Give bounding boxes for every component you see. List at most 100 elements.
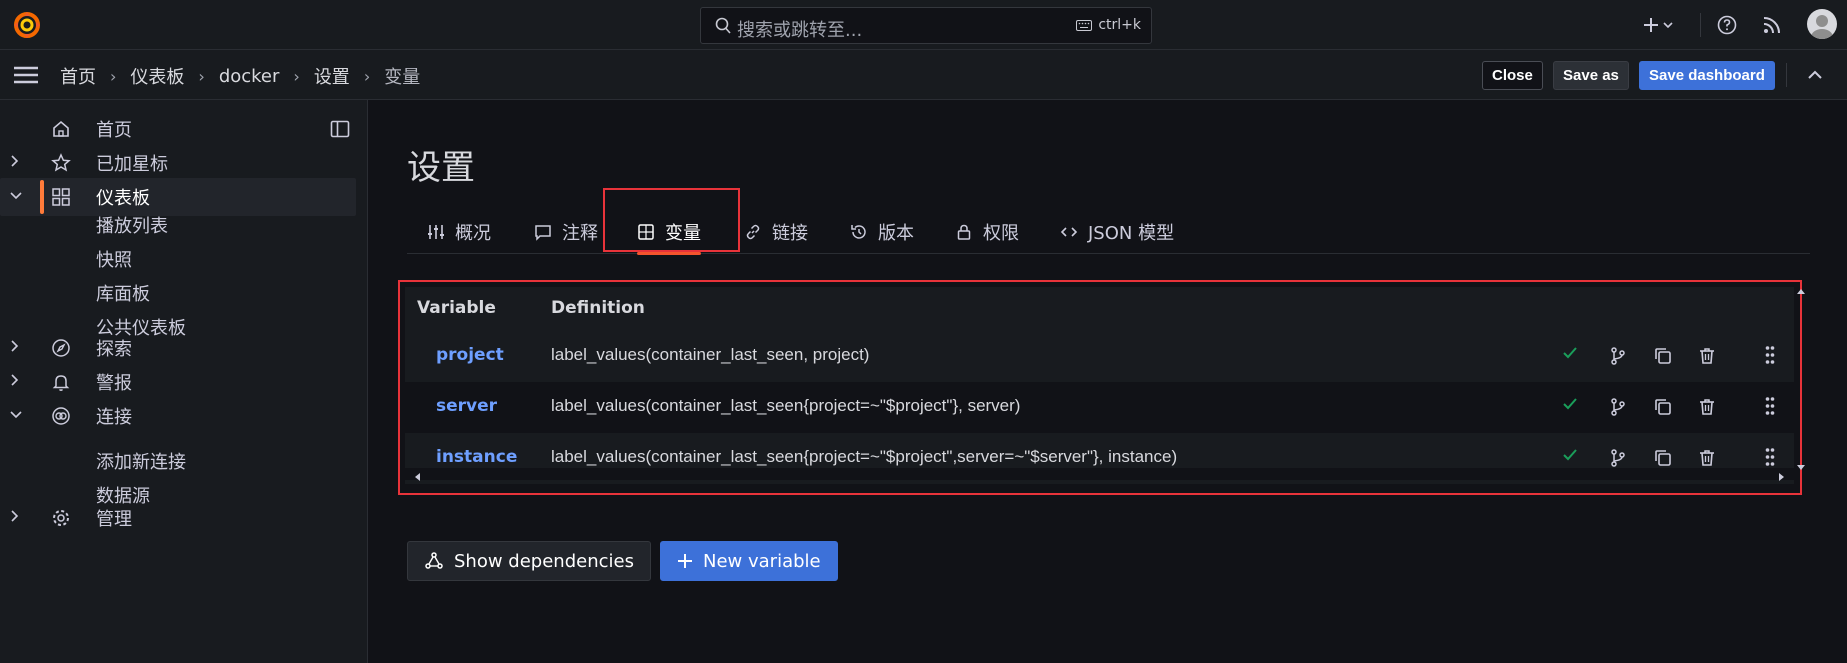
keyboard-icon xyxy=(1076,19,1093,31)
drag-handle-icon[interactable] xyxy=(1765,345,1775,365)
horizontal-scrollbar[interactable] xyxy=(405,468,1794,481)
vertical-scrollbar[interactable] xyxy=(1796,287,1806,472)
chevron-down-icon[interactable] xyxy=(10,189,24,205)
check-icon xyxy=(1563,398,1577,410)
add-menu-button[interactable] xyxy=(1642,10,1678,40)
save-as-button[interactable]: Save as xyxy=(1553,61,1629,90)
sidebar-subitem-library-panels[interactable]: 库面板 xyxy=(96,280,150,306)
save-dashboard-button[interactable]: Save dashboard xyxy=(1639,61,1775,90)
variables-table-body: Variable Definition project label_values… xyxy=(405,287,1794,484)
copy-icon[interactable] xyxy=(1653,346,1673,366)
trash-icon[interactable] xyxy=(1697,397,1717,417)
branch-icon[interactable] xyxy=(1608,346,1628,366)
tab-links[interactable]: 链接 xyxy=(744,210,808,254)
rss-icon xyxy=(1763,17,1780,34)
sidebar-item-label: 连接 xyxy=(96,407,132,428)
trash-icon[interactable] xyxy=(1697,448,1717,468)
help-button[interactable] xyxy=(1715,10,1739,40)
tab-label: 权限 xyxy=(983,223,1019,244)
search-input[interactable]: 搜索或跳转至... ctrl+k xyxy=(700,7,1152,44)
help-icon xyxy=(1717,15,1737,35)
variable-definition: label_values(container_last_seen{project… xyxy=(551,447,1178,466)
chevron-right-icon[interactable] xyxy=(10,510,24,526)
history-icon xyxy=(851,225,866,239)
tab-general[interactable]: 概况 xyxy=(427,210,491,254)
column-header-definition: Definition xyxy=(551,298,645,318)
variable-name-link[interactable]: instance xyxy=(436,447,517,467)
user-avatar[interactable] xyxy=(1807,9,1837,39)
sidebar-item-label: 管理 xyxy=(96,509,132,530)
new-variable-button[interactable]: New variable xyxy=(660,541,838,581)
sidebar-subitem-playlists[interactable]: 播放列表 xyxy=(96,212,168,238)
active-tab-indicator xyxy=(637,252,701,255)
branch-icon[interactable] xyxy=(1608,397,1628,417)
breadcrumb-separator-icon: › xyxy=(110,66,117,86)
divider xyxy=(1786,63,1787,87)
code-icon xyxy=(1060,227,1078,237)
plus-icon xyxy=(1644,18,1658,32)
breadcrumb-settings[interactable]: 设置 xyxy=(314,63,350,89)
sidebar-item-starred[interactable]: 已加星标 xyxy=(0,144,356,182)
sidebar-item-dashboards[interactable]: 仪表板 xyxy=(0,178,356,216)
sidebar-subitem-snapshots[interactable]: 快照 xyxy=(96,246,132,272)
sidebar-item-label: 已加星标 xyxy=(96,154,168,175)
sidebar-subitem-add-connection[interactable]: 添加新连接 xyxy=(96,448,186,474)
variable-name-link[interactable]: project xyxy=(436,345,504,365)
sidebar-item-home[interactable]: 首页 xyxy=(0,110,356,148)
grafana-logo-icon[interactable] xyxy=(12,10,42,40)
sidebar-item-administration[interactable]: 管理 xyxy=(0,499,356,537)
new-variable-label: New variable xyxy=(703,550,821,572)
sidebar-item-connections[interactable]: 连接 xyxy=(0,397,356,435)
sidebar: 首页 已加星标 仪表板 播放列表 快照 库面板 公共仪表板 探索 警报 连接 添… xyxy=(0,100,368,663)
sidebar-item-label: 仪表板 xyxy=(96,188,150,209)
plus-icon xyxy=(678,554,692,568)
show-dependencies-label: Show dependencies xyxy=(454,550,634,572)
collapse-header-button[interactable] xyxy=(1800,63,1830,87)
chevron-right-icon[interactable] xyxy=(10,340,24,356)
breadcrumb-docker[interactable]: docker xyxy=(219,66,280,87)
breadcrumb-bar: 首页 › 仪表板 › docker › 设置 › 变量 Close Save a… xyxy=(0,50,1847,100)
tab-permissions[interactable]: 权限 xyxy=(955,210,1019,254)
drag-handle-icon[interactable] xyxy=(1765,447,1775,467)
chevron-right-icon[interactable] xyxy=(10,374,24,390)
shortcut-hint: ctrl+k xyxy=(1076,17,1141,33)
sidebar-item-explore[interactable]: 探索 xyxy=(0,329,356,367)
tab-label: 版本 xyxy=(878,223,914,244)
copy-icon[interactable] xyxy=(1653,448,1673,468)
tab-versions[interactable]: 版本 xyxy=(850,210,914,254)
breadcrumb: 首页 › 仪表板 › docker › 设置 › 变量 xyxy=(60,63,420,89)
breadcrumb-separator-icon: › xyxy=(363,66,371,86)
breadcrumb-dashboards[interactable]: 仪表板 xyxy=(130,63,184,89)
variables-table: Variable Definition project label_values… xyxy=(398,280,1810,495)
trash-icon[interactable] xyxy=(1697,346,1717,366)
hamburger-icon xyxy=(14,66,38,84)
branch-icon[interactable] xyxy=(1608,448,1628,468)
link-icon xyxy=(746,224,760,240)
tab-label: 链接 xyxy=(772,223,808,244)
table-row: project label_values(container_last_seen… xyxy=(405,331,1794,382)
tab-label: 注释 xyxy=(562,223,598,244)
bell-icon xyxy=(50,371,72,393)
sidebar-item-label: 首页 xyxy=(96,120,132,141)
star-icon xyxy=(50,152,72,174)
show-dependencies-button[interactable]: Show dependencies xyxy=(407,541,651,581)
comment-icon xyxy=(535,225,551,241)
drag-handle-icon[interactable] xyxy=(1765,396,1775,416)
chevron-down-icon xyxy=(1663,22,1673,29)
compass-icon xyxy=(50,337,72,359)
variable-name-link[interactable]: server xyxy=(436,396,497,416)
menu-toggle-button[interactable] xyxy=(12,63,40,87)
chevron-right-icon[interactable] xyxy=(10,155,24,171)
tab-annotations[interactable]: 注释 xyxy=(534,210,598,254)
tab-json-model[interactable]: JSON 模型 xyxy=(1060,210,1174,254)
search-placeholder: 搜索或跳转至... xyxy=(737,20,863,41)
close-button[interactable]: Close xyxy=(1482,61,1543,90)
sidebar-item-alerting[interactable]: 警报 xyxy=(0,363,356,401)
breadcrumb-home[interactable]: 首页 xyxy=(60,63,96,89)
chevron-down-icon[interactable] xyxy=(10,408,24,424)
lock-icon xyxy=(957,224,971,240)
copy-icon[interactable] xyxy=(1653,397,1673,417)
page-title: 设置 xyxy=(407,148,475,188)
home-icon xyxy=(50,118,72,140)
news-button[interactable] xyxy=(1760,10,1784,40)
